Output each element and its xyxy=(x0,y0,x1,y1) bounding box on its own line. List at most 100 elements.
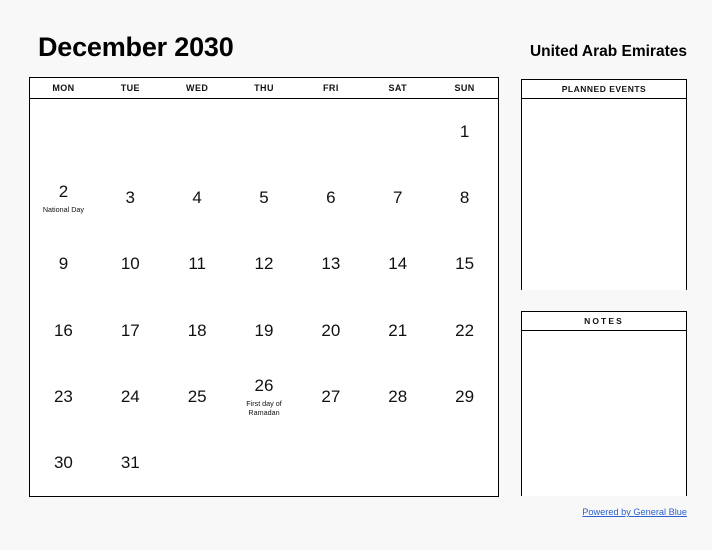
day-number: 13 xyxy=(321,254,341,274)
day-number: 17 xyxy=(120,320,140,340)
day-event-label: First day of Ramadan xyxy=(246,399,282,418)
weekday-header-wed: WED xyxy=(186,83,209,93)
day-number: 16 xyxy=(53,320,73,340)
calendar-week-row: 1 xyxy=(30,99,498,165)
day-number: 15 xyxy=(455,254,475,274)
calendar-day-cell[interactable]: 25 xyxy=(164,364,231,430)
notes-title: NOTES xyxy=(522,312,686,331)
day-number: 14 xyxy=(388,254,408,274)
day-number: 12 xyxy=(254,254,274,274)
calendar-day-cell[interactable]: 22 xyxy=(431,298,498,364)
day-number: 25 xyxy=(187,386,207,406)
calendar-day-cell[interactable]: 12 xyxy=(231,231,298,297)
day-number: 18 xyxy=(187,320,207,340)
calendar-day-cell[interactable]: 28 xyxy=(364,364,431,430)
day-number: 5 xyxy=(259,188,269,208)
day-number: 20 xyxy=(321,320,341,340)
calendar-day-cell[interactable]: 26 First day of Ramadan xyxy=(231,364,298,430)
calendar-day-cell[interactable]: 13 xyxy=(297,231,364,297)
calendar-day-cell-empty xyxy=(164,99,231,165)
calendar-day-cell[interactable]: 19 xyxy=(231,298,298,364)
day-number: 7 xyxy=(392,188,403,208)
calendar-day-cell[interactable]: 29 xyxy=(431,364,498,430)
calendar-day-cell-empty xyxy=(364,430,431,496)
calendar-day-cell[interactable]: 7 xyxy=(364,165,431,231)
calendar-week-row: 23 24 25 26 First day of Ramadan 27 28 29 xyxy=(30,364,498,430)
calendar-day-cell[interactable]: 21 xyxy=(364,298,431,364)
calendar-week-row: 16 17 18 19 20 21 22 xyxy=(30,298,498,364)
day-number: 23 xyxy=(53,386,73,406)
day-number: 8 xyxy=(459,188,470,208)
weekday-header-row: MON TUE WED THU FRI SAT SUN xyxy=(30,78,498,99)
planned-events-panel: PLANNED EVENTS xyxy=(521,79,687,290)
day-number: 21 xyxy=(388,320,408,340)
day-number: 10 xyxy=(120,254,140,274)
notes-body[interactable] xyxy=(522,331,686,496)
calendar-day-cell-empty xyxy=(231,99,298,165)
weekday-header-sun: SUN xyxy=(454,83,475,93)
day-number: 1 xyxy=(459,122,470,142)
weekday-header-sat: SAT xyxy=(388,83,407,93)
planned-events-body[interactable] xyxy=(522,99,686,290)
weekday-header-tue: TUE xyxy=(120,83,140,93)
day-number: 30 xyxy=(53,452,73,472)
calendar-day-cell[interactable]: 27 xyxy=(297,364,364,430)
calendar-day-cell[interactable]: 2 National Day xyxy=(30,165,97,231)
calendar-day-cell[interactable]: 6 xyxy=(297,165,364,231)
powered-by-link[interactable]: Powered by General Blue xyxy=(582,506,687,518)
calendar-day-cell[interactable]: 23 xyxy=(30,364,97,430)
calendar-day-cell[interactable]: 4 xyxy=(164,165,231,231)
calendar-day-cell[interactable]: 20 xyxy=(297,298,364,364)
calendar-day-cell[interactable]: 11 xyxy=(164,231,231,297)
calendar-week-row: 9 10 11 12 13 14 15 xyxy=(30,231,498,297)
calendar-day-cell[interactable]: 14 xyxy=(364,231,431,297)
calendar-grid: MON TUE WED THU FRI SAT SUN 1 2 National Day 3 4 5 6… xyxy=(29,77,499,497)
calendar-day-cell-empty xyxy=(297,430,364,496)
day-number: 9 xyxy=(58,254,69,274)
day-number: 4 xyxy=(192,188,202,208)
weekday-header-fri: FRI xyxy=(323,83,339,93)
calendar-day-cell-empty xyxy=(231,430,298,496)
day-number: 2 xyxy=(58,182,69,202)
day-number: 3 xyxy=(125,188,136,208)
calendar-day-cell-empty xyxy=(30,99,97,165)
day-number: 29 xyxy=(455,386,475,406)
calendar-day-cell[interactable]: 16 xyxy=(30,298,97,364)
day-number: 6 xyxy=(326,188,336,208)
day-number: 22 xyxy=(455,320,475,340)
day-number: 26 xyxy=(254,376,274,396)
calendar-day-cell[interactable]: 10 xyxy=(97,231,164,297)
day-number: 11 xyxy=(188,254,206,274)
country-label: United Arab Emirates xyxy=(529,43,687,60)
notes-panel: NOTES xyxy=(521,311,687,496)
calendar-day-cell[interactable]: 31 xyxy=(97,430,164,496)
calendar-day-cell-empty xyxy=(97,99,164,165)
calendar-day-cell[interactable]: 9 xyxy=(30,231,97,297)
day-number: 27 xyxy=(321,386,341,406)
calendar-day-cell[interactable]: 5 xyxy=(231,165,298,231)
calendar-day-cell[interactable]: 8 xyxy=(431,165,498,231)
day-number: 19 xyxy=(254,320,274,340)
day-event-label: National Day xyxy=(42,205,84,215)
calendar-day-cell[interactable]: 3 xyxy=(97,165,164,231)
weekday-header-thu: THU xyxy=(254,83,274,93)
calendar-week-row: 2 National Day 3 4 5 6 7 8 xyxy=(30,165,498,231)
calendar-day-cell[interactable]: 1 xyxy=(431,99,498,165)
calendar-page: December 2030 United Arab Emirates MON TU… xyxy=(0,0,712,550)
page-title: December 2030 xyxy=(38,32,234,62)
calendar-day-cell-empty xyxy=(164,430,231,496)
calendar-day-cell[interactable]: 24 xyxy=(97,364,164,430)
calendar-day-cell-empty xyxy=(297,99,364,165)
planned-events-title: PLANNED EVENTS xyxy=(522,80,686,99)
calendar-day-cell[interactable]: 17 xyxy=(97,298,164,364)
calendar-day-cell[interactable]: 18 xyxy=(164,298,231,364)
day-number: 24 xyxy=(120,386,140,406)
calendar-weeks: 1 2 National Day 3 4 5 6 7 8 9 10 11 12 13 14 15 16 17 18 1… xyxy=(30,99,498,496)
day-number: 28 xyxy=(388,386,408,406)
day-number: 31 xyxy=(120,452,140,472)
weekday-header-mon: MON xyxy=(52,83,75,93)
calendar-week-row: 30 31 xyxy=(30,430,498,496)
calendar-day-cell[interactable]: 15 xyxy=(431,231,498,297)
calendar-day-cell-empty xyxy=(364,99,431,165)
calendar-day-cell[interactable]: 30 xyxy=(30,430,97,496)
